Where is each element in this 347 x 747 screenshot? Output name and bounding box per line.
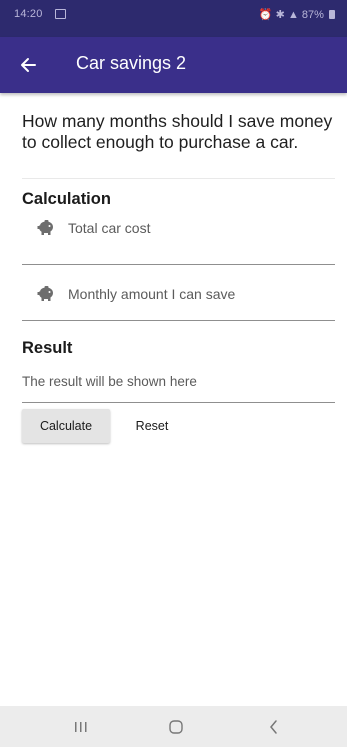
home-icon — [169, 719, 183, 734]
alarm-icon: ⏰ — [258, 9, 273, 21]
result-underline — [22, 402, 335, 403]
bluetooth-icon: ✱ — [275, 9, 285, 21]
back-button[interactable] — [14, 51, 42, 79]
piggy-bank-icon — [37, 220, 53, 235]
result-text: The result will be shown here — [22, 374, 197, 389]
app-bar: Car savings 2 — [0, 37, 347, 93]
system-nav-bar — [0, 706, 347, 747]
monthly-amount-field[interactable]: Monthly amount I can save — [22, 267, 335, 321]
reset-button[interactable]: Reset — [124, 409, 180, 443]
piggy-bank-icon — [37, 286, 53, 301]
field-underline — [22, 264, 335, 265]
result-heading: Result — [22, 339, 73, 357]
total-car-cost-field[interactable]: Total car cost — [22, 211, 335, 265]
calculation-heading: Calculation — [22, 190, 111, 208]
nav-back-button[interactable] — [244, 706, 304, 747]
battery-percent: 87% — [301, 9, 324, 21]
back-icon — [270, 719, 277, 734]
monthly-amount-placeholder: Monthly amount I can save — [68, 286, 236, 302]
gallery-notification-icon — [55, 9, 66, 19]
field-underline — [22, 320, 335, 321]
status-icons: ⏰ ✱ ▲ 87% — [259, 8, 335, 21]
arrow-left-icon — [21, 58, 36, 72]
signal-icon: ▲ — [287, 9, 299, 21]
status-bar: 14:20 ⏰ ✱ ▲ 87% — [0, 0, 347, 37]
total-car-cost-placeholder: Total car cost — [68, 220, 151, 236]
recent-apps-button[interactable] — [51, 706, 111, 747]
battery-icon — [329, 10, 335, 19]
divider — [22, 178, 335, 179]
recent-apps-icon — [75, 721, 87, 732]
question-text: How many months should I save money to c… — [22, 111, 333, 152]
home-button[interactable] — [146, 706, 206, 747]
status-time: 14:20 — [14, 8, 43, 20]
page-title: Car savings 2 — [76, 53, 187, 73]
calculate-button[interactable]: Calculate — [22, 409, 110, 443]
